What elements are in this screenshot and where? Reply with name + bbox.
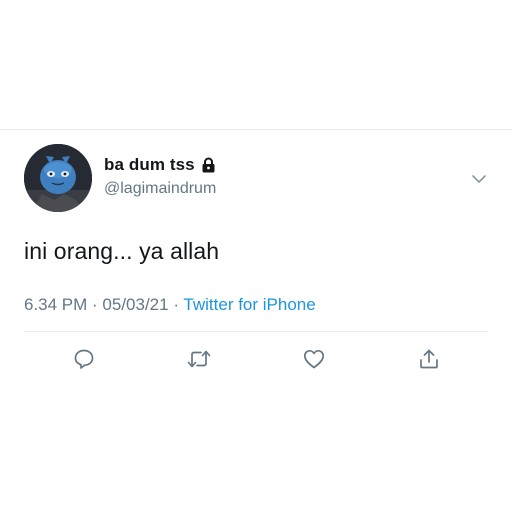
meta-separator: · [87,295,103,314]
user-handle[interactable]: @lagimaindrum [104,180,216,198]
tweet-date[interactable]: 05/03/21 [102,295,168,314]
tweet-actions [0,346,512,372]
actions-divider [24,331,488,332]
lock-icon [201,157,216,173]
reply-icon [72,347,96,371]
retweet-button[interactable] [186,346,212,372]
tweet-meta: 6.34 PM · 05/03/21 · Twitter for iPhone [24,295,316,315]
share-icon [417,347,441,371]
reply-button[interactable] [71,346,97,372]
retweet-icon [186,347,212,371]
chevron-down-icon[interactable] [470,172,488,184]
avatar-image [24,144,92,212]
tweet-card: ba dum tss @lagimaindrum ini orang... ya… [0,130,512,512]
display-name-row[interactable]: ba dum tss [104,154,216,176]
meta-separator-2: · [168,295,184,314]
heart-icon [302,347,326,371]
avatar[interactable] [24,144,92,212]
tweet-time[interactable]: 6.34 PM [24,295,87,314]
share-button[interactable] [416,346,442,372]
tweet-source-link[interactable]: Twitter for iPhone [183,295,315,314]
like-button[interactable] [301,346,327,372]
display-name[interactable]: ba dum tss [104,155,195,175]
tweet-text: ini orang... ya allah [24,238,220,264]
